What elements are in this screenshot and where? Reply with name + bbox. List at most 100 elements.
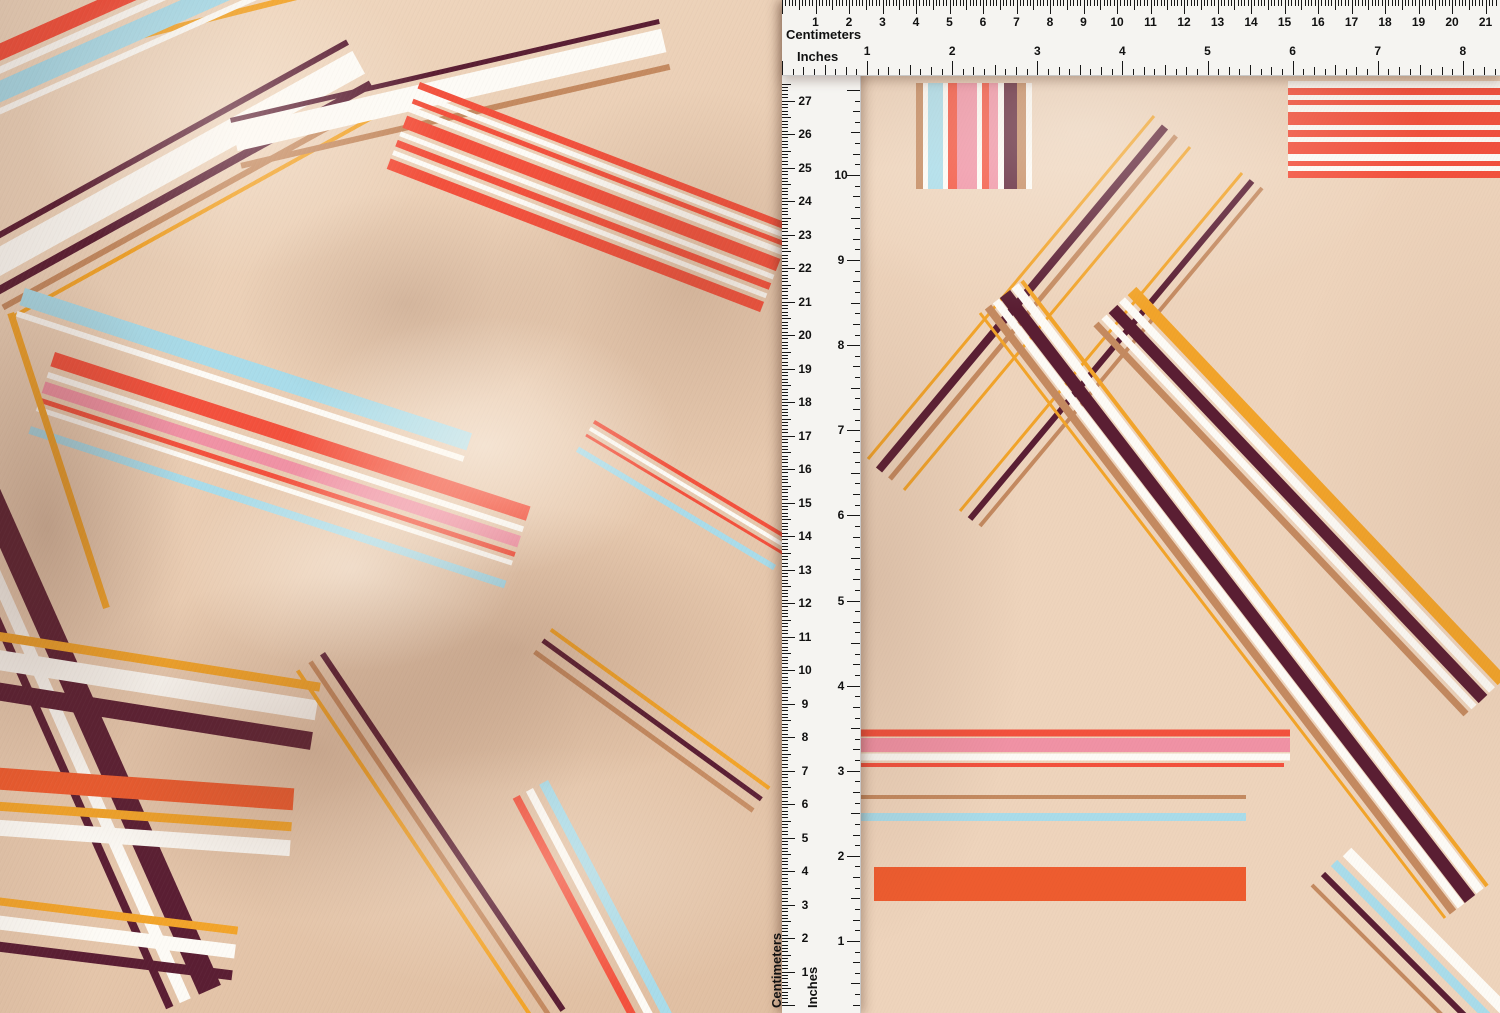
inch-number: 6 xyxy=(838,509,845,521)
inch-tick xyxy=(1367,69,1368,75)
cm-tick xyxy=(1023,0,1024,6)
cm-tick xyxy=(782,211,788,212)
cm-tick xyxy=(782,365,788,366)
cm-tick xyxy=(782,218,791,219)
inch-tick xyxy=(1378,61,1379,75)
cm-tick xyxy=(1084,0,1085,14)
cm-tick xyxy=(1311,0,1312,6)
cm-tick xyxy=(782,131,788,132)
cm-tick xyxy=(1027,0,1028,6)
cm-tick xyxy=(782,760,788,761)
cm-tick xyxy=(1338,0,1339,6)
inch-tick xyxy=(855,526,860,527)
cm-tick xyxy=(782,255,788,256)
cm-tick xyxy=(782,147,788,148)
cm-tick xyxy=(996,0,997,6)
cm-tick xyxy=(1154,0,1155,6)
cm-tick xyxy=(1459,0,1460,6)
cm-tick xyxy=(782,90,788,91)
cm-tick xyxy=(782,888,791,889)
inch-tick xyxy=(855,824,860,825)
cm-tick xyxy=(792,0,793,6)
inch-tick xyxy=(855,462,860,463)
cm-tick xyxy=(1218,0,1219,14)
cm-tick xyxy=(782,901,788,902)
cm-tick xyxy=(782,198,788,199)
cm-tick xyxy=(1385,0,1386,14)
inch-tick xyxy=(851,218,860,219)
band-stripe xyxy=(1288,125,1500,130)
cm-tick xyxy=(782,422,788,423)
fabric-stripe xyxy=(541,639,762,802)
fabric-stripe xyxy=(42,381,521,547)
inch-tick xyxy=(855,271,860,272)
cm-tick xyxy=(782,720,791,721)
inch-tick xyxy=(855,122,860,123)
patch-stripe xyxy=(989,83,998,189)
cm-tick xyxy=(782,268,795,269)
inch-number: 9 xyxy=(838,254,845,266)
inch-tick xyxy=(853,579,860,580)
cm-tick xyxy=(1238,0,1239,6)
cm-tick xyxy=(782,881,788,882)
cm-tick xyxy=(826,0,827,6)
cm-tick xyxy=(782,235,795,236)
cm-tick xyxy=(836,0,837,6)
cm-tick xyxy=(782,871,795,872)
inch-tick xyxy=(853,707,860,708)
cm-tick xyxy=(782,951,788,952)
cm-number: 17 xyxy=(798,430,811,442)
cm-tick xyxy=(782,740,788,741)
cm-tick xyxy=(1070,0,1071,6)
cm-tick xyxy=(782,925,788,926)
cm-tick xyxy=(782,479,788,480)
inch-tick xyxy=(853,962,860,963)
cm-tick xyxy=(782,841,788,842)
cm-tick xyxy=(782,412,788,413)
cm-tick xyxy=(1211,0,1212,6)
inch-tick xyxy=(853,1005,860,1006)
inch-tick xyxy=(855,292,860,293)
cm-tick xyxy=(782,844,788,845)
cm-tick xyxy=(1241,0,1242,6)
inch-tick xyxy=(851,813,860,814)
cm-tick xyxy=(782,884,788,885)
cm-tick xyxy=(782,446,788,447)
cm-tick xyxy=(782,791,788,792)
cm-tick xyxy=(1402,0,1403,10)
cm-tick xyxy=(782,998,788,999)
cm-tick xyxy=(1291,0,1292,6)
cm-number: 8 xyxy=(802,731,809,743)
inch-tick xyxy=(1165,65,1166,75)
cm-tick xyxy=(876,0,877,6)
cm-tick xyxy=(1321,0,1322,6)
cm-tick xyxy=(782,811,788,812)
cm-tick xyxy=(1432,0,1433,6)
cm-tick xyxy=(782,184,791,185)
inch-tick xyxy=(855,760,860,761)
inch-tick xyxy=(1303,69,1304,75)
cm-number: 10 xyxy=(1110,16,1123,28)
cm-tick xyxy=(782,955,791,956)
cm-tick xyxy=(782,804,795,805)
cm-tick xyxy=(1308,0,1309,6)
cm-tick xyxy=(782,214,788,215)
inch-tick xyxy=(855,249,860,250)
cm-tick xyxy=(1301,0,1302,10)
cm-tick xyxy=(782,559,788,560)
cm-tick xyxy=(782,432,788,433)
cm-number: 23 xyxy=(798,229,811,241)
cm-tick xyxy=(782,794,788,795)
inch-tick xyxy=(855,398,860,399)
cm-tick xyxy=(782,797,788,798)
inch-tick xyxy=(853,537,860,538)
inch-tick xyxy=(855,590,860,591)
inch-tick xyxy=(1314,67,1315,75)
cm-number: 19 xyxy=(798,363,811,375)
inch-tick xyxy=(855,547,860,548)
cm-tick xyxy=(1107,0,1108,6)
cm-tick xyxy=(1080,0,1081,6)
inch-tick xyxy=(851,473,860,474)
cm-number: 4 xyxy=(802,865,809,877)
cm-tick xyxy=(782,727,788,728)
